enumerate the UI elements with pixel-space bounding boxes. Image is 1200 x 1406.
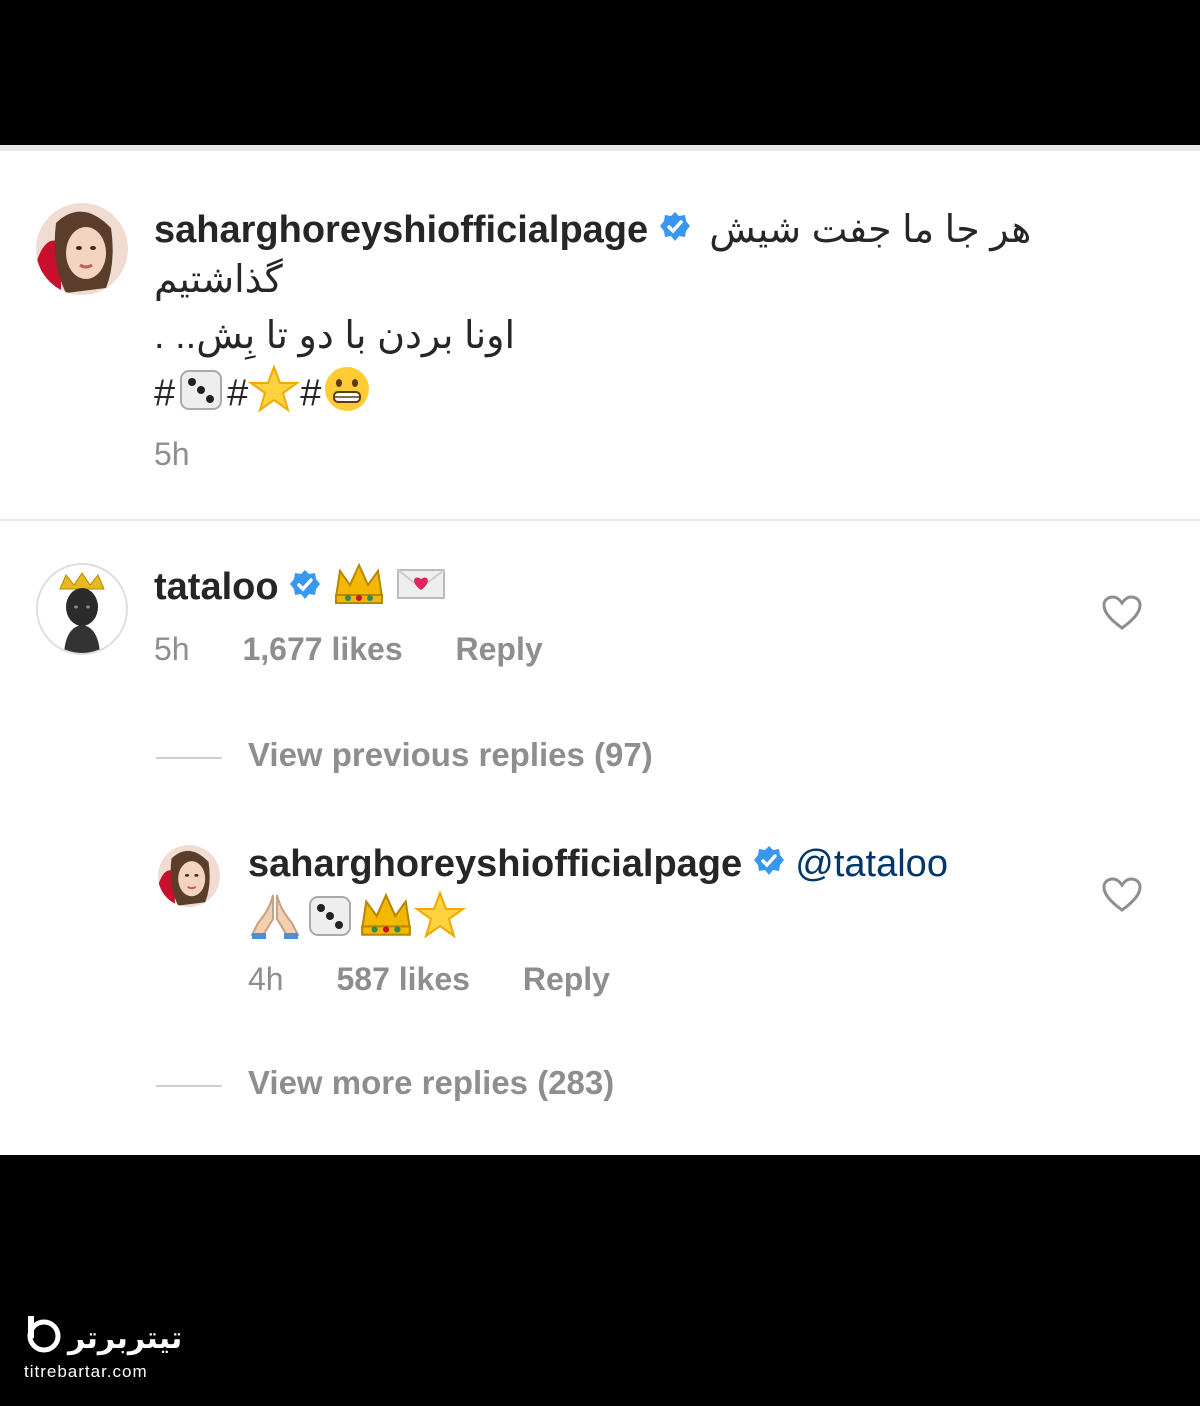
hashtag-symbol: # bbox=[300, 372, 322, 415]
post-author-username[interactable]: saharghoreyshiofficialpage bbox=[154, 209, 648, 251]
crown-emoji bbox=[358, 891, 414, 949]
reply-meta: 4h 587 likes Reply bbox=[248, 961, 610, 998]
hashtag-symbol: # bbox=[154, 372, 176, 415]
watermark-site: titrebartar.com bbox=[24, 1362, 148, 1381]
post-caption-first-line: saharghoreyshiofficialpage هر جا ما جفت … bbox=[154, 207, 1031, 253]
star-emoji bbox=[248, 363, 301, 425]
dice-emoji bbox=[175, 363, 227, 425]
comment-timestamp: 5h bbox=[154, 631, 190, 667]
caption-hashtags: # # # bbox=[154, 363, 373, 425]
view-replies-line bbox=[156, 1085, 222, 1087]
pray-emoji bbox=[248, 889, 302, 951]
heart-icon[interactable] bbox=[1102, 877, 1142, 918]
verified-badge-icon bbox=[659, 210, 691, 253]
reply-timestamp: 4h bbox=[248, 961, 284, 997]
hashtag-symbol: # bbox=[227, 372, 249, 415]
comment-first-line: tataloo bbox=[154, 561, 446, 617]
reply-author-avatar[interactable] bbox=[158, 845, 220, 907]
star-emoji bbox=[413, 889, 467, 951]
comment-reply-button[interactable]: Reply bbox=[456, 631, 543, 667]
view-more-replies-button[interactable]: View more replies (283) bbox=[248, 1064, 614, 1102]
bottom-black-bar bbox=[0, 1155, 1200, 1406]
verified-badge-icon bbox=[289, 568, 321, 611]
top-black-bar bbox=[0, 0, 1200, 145]
comment-author-username[interactable]: tataloo bbox=[154, 566, 279, 608]
caption-text-line3: اونا بردن با دو تا بِش.. . bbox=[154, 315, 516, 357]
post-timestamp: 5h bbox=[154, 436, 190, 472]
comment-author-avatar[interactable] bbox=[36, 563, 128, 655]
reply-first-line: saharghoreyshiofficialpage @tataloo bbox=[248, 843, 948, 887]
watermark-brand: تیتربرتر bbox=[66, 1321, 182, 1356]
view-previous-replies-button[interactable]: View previous replies (97) bbox=[248, 736, 653, 774]
comments-panel: saharghoreyshiofficialpage هر جا ما جفت … bbox=[0, 145, 1200, 1155]
reply-mention-link[interactable]: @tataloo bbox=[795, 843, 948, 885]
grimace-emoji bbox=[321, 363, 373, 425]
section-divider bbox=[0, 519, 1200, 521]
reply-likes-count[interactable]: 587 likes bbox=[336, 961, 469, 997]
caption-text-line1: هر جا ما جفت شیش bbox=[709, 209, 1032, 251]
dice-emoji bbox=[302, 889, 358, 951]
reply-emojis bbox=[248, 889, 467, 951]
verified-badge-icon bbox=[753, 844, 785, 887]
caption-text-line2: گذاشتیم bbox=[154, 259, 283, 301]
watermark-logo: تیتربرتر bbox=[24, 1312, 184, 1365]
reply-author-username[interactable]: saharghoreyshiofficialpage bbox=[248, 843, 742, 885]
heart-icon[interactable] bbox=[1102, 595, 1142, 636]
post-author-avatar[interactable] bbox=[36, 203, 128, 295]
view-replies-line bbox=[156, 757, 222, 759]
crown-emoji bbox=[332, 561, 386, 617]
love-letter-emoji bbox=[396, 566, 446, 612]
reply-reply-button[interactable]: Reply bbox=[523, 961, 610, 997]
comment-meta: 5h 1,677 likes Reply bbox=[154, 631, 543, 668]
comment-likes-count[interactable]: 1,677 likes bbox=[242, 631, 402, 667]
